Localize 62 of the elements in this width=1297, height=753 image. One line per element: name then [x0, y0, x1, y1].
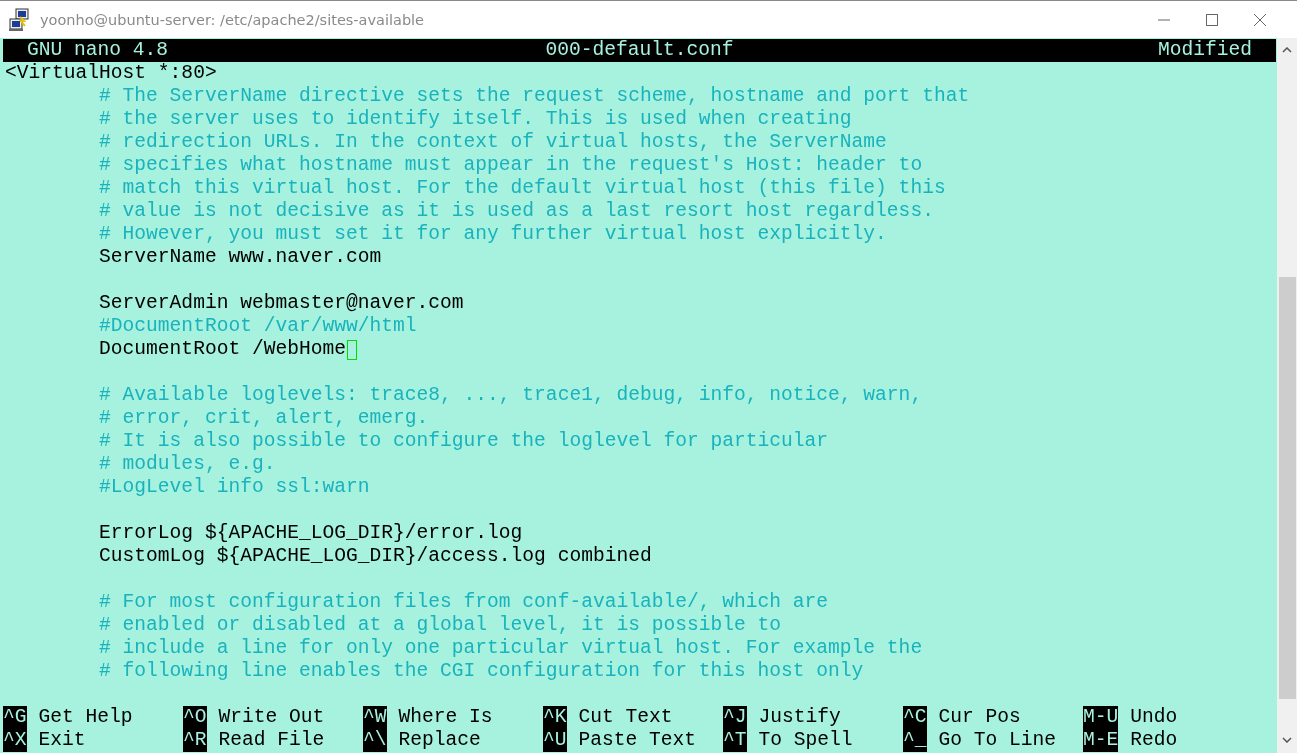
code-comment: # It is also possible to configure the loglevel for particular — [99, 430, 829, 453]
shortcut-label: Paste Text — [578, 729, 697, 752]
shortcut-key: M-E — [1083, 729, 1119, 752]
scroll-up-icon[interactable] — [1282, 47, 1292, 53]
code-line: ErrorLog ${APACHE_LOG_DIR}/error.log — [99, 522, 523, 545]
modified-status: Modified — [1157, 39, 1252, 62]
code-comment: # error, crit, alert, emerg. — [99, 407, 429, 430]
code-comment: # modules, e.g. — [99, 453, 276, 476]
shortcut-key: ^X — [3, 729, 27, 752]
scroll-down-icon[interactable] — [1282, 737, 1292, 743]
code-comment: # enabled or disabled at a global level, it is possible to — [99, 614, 782, 637]
shortcut-key: ^K — [543, 706, 567, 729]
code-comment: # For most configuration files from conf-available/, which are — [99, 591, 829, 614]
close-icon[interactable] — [1254, 13, 1266, 26]
code-comment: # However, you must set it for any further virtual host explicitly. — [99, 223, 887, 246]
maximize-icon[interactable] — [1206, 13, 1218, 26]
file-name: 000-default.conf — [545, 39, 734, 62]
shortcut-key: ^R — [183, 729, 207, 752]
code-comment: #LogLevel info ssl:warn — [99, 476, 370, 499]
scrollbar[interactable] — [1277, 38, 1297, 753]
code-line: DocumentRoot /WebHome — [99, 338, 346, 361]
code-comment: # following line enables the CGI configuration for this host only — [99, 660, 864, 683]
shortcut-key: ^J — [723, 706, 747, 729]
code-comment: # match this virtual host. For the default virtual host (this file) this — [99, 177, 946, 200]
shortcut-key: ^_ — [903, 729, 927, 752]
code-line: ServerName www.naver.com — [99, 246, 382, 269]
shortcut-label: Read File — [218, 729, 325, 752]
shortcut-key: M-U — [1083, 706, 1119, 729]
shortcut-key: ^W — [363, 706, 387, 729]
shortcut-label: Justify — [758, 706, 841, 729]
code-comment: # The ServerName directive sets the request scheme, hostname and port that — [99, 85, 970, 108]
code-comment: # include a line for only one particular virtual host. For example the — [99, 637, 923, 660]
shortcut-label: Exit — [38, 729, 86, 752]
code-line: CustomLog ${APACHE_LOG_DIR}/access.log combined — [99, 545, 652, 568]
code-line: <VirtualHost *:80> — [5, 62, 217, 85]
shortcut-key: ^T — [723, 729, 747, 752]
shortcut-label: Where Is — [398, 706, 493, 729]
shortcut-key: ^G — [3, 706, 27, 729]
shortcut-label: To Spell — [758, 729, 853, 752]
app-version: GNU nano 4.8 — [27, 39, 169, 62]
shortcut-key: ^\ — [363, 729, 387, 752]
code-comment: #DocumentRoot /var/www/html — [99, 315, 417, 338]
shortcut-key: ^C — [903, 706, 927, 729]
code-line: ServerAdmin webmaster@naver.com — [99, 292, 464, 315]
code-comment: # value is not decisive as it is used as a last resort host regardless. — [99, 200, 934, 223]
shortcut-key: ^O — [183, 706, 207, 729]
code-comment: # specifies what hostname must appear in the request's Host: header to — [99, 154, 923, 177]
shortcut-label: Cur Pos — [938, 706, 1021, 729]
computer-icon[interactable] — [8, 7, 32, 32]
shortcut-label: Cut Text — [578, 706, 673, 729]
window-title: yoonho@ubuntu-server: /etc/apache2/sites-available — [40, 11, 426, 28]
shortcut-label: Get Help — [38, 706, 133, 729]
code-comment: # the server uses to identify itself. This is used when creating — [99, 108, 852, 131]
code-comment: # Available loglevels: trace8, ..., trace1, debug, info, notice, warn, — [99, 384, 923, 407]
shortcut-label: Redo — [1130, 729, 1178, 752]
shortcut-key: ^U — [543, 729, 567, 752]
shortcut-label: Write Out — [218, 706, 325, 729]
shortcut-label: Go To Line — [938, 729, 1057, 752]
code-comment: # redirection URLs. In the context of virtual hosts, the ServerName — [99, 131, 887, 154]
scroll-thumb[interactable] — [1278, 277, 1296, 699]
shortcut-label: Undo — [1130, 706, 1178, 729]
shortcut-label: Replace — [398, 729, 481, 752]
